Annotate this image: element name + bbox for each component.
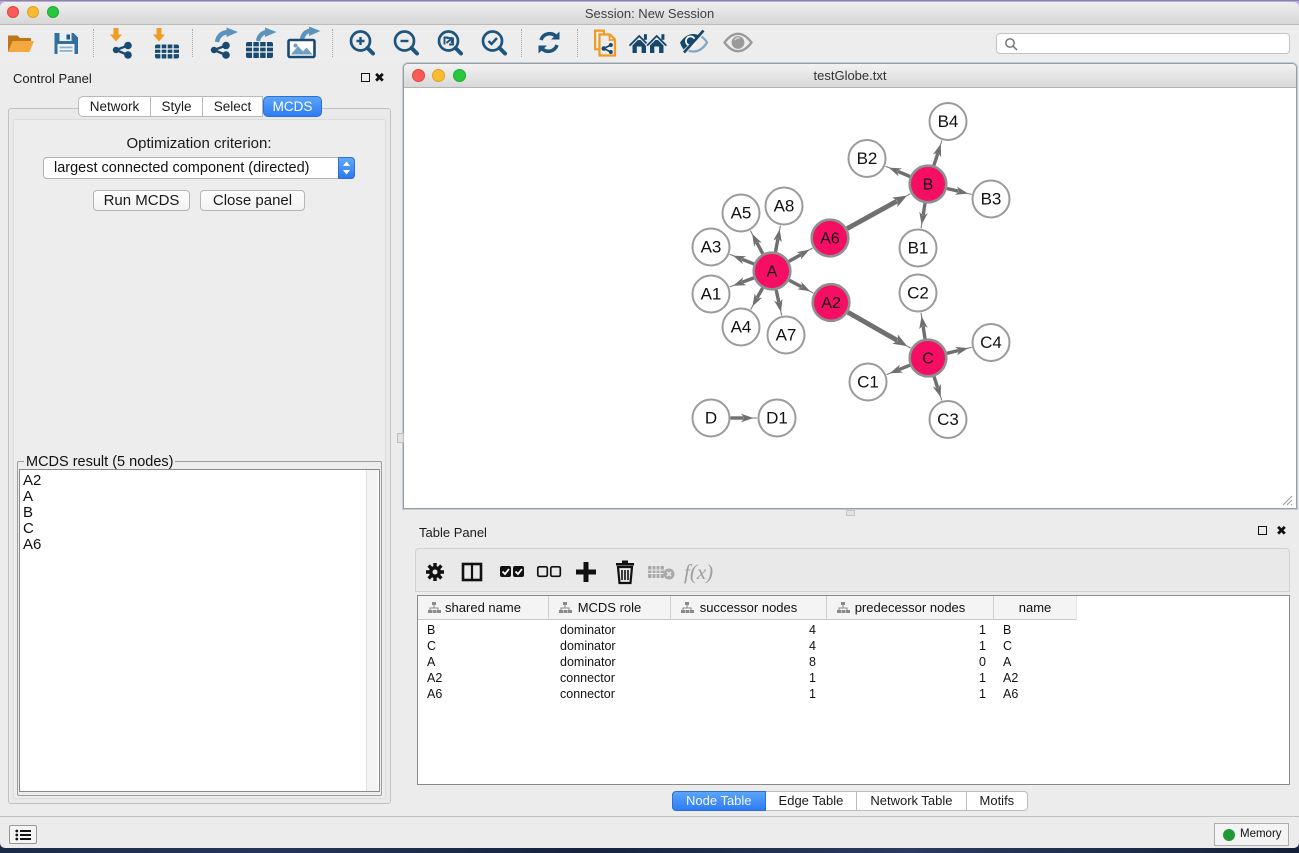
svg-text:A4: A4 [731, 318, 752, 337]
svg-text:A1: A1 [701, 285, 722, 304]
svg-text:C3: C3 [937, 410, 959, 429]
svg-text:C1: C1 [857, 373, 879, 392]
svg-text:A5: A5 [731, 204, 752, 223]
svg-text:A7: A7 [776, 326, 797, 345]
svg-text:D1: D1 [766, 409, 788, 428]
svg-text:B4: B4 [938, 112, 959, 131]
svg-text:A8: A8 [774, 197, 795, 216]
svg-text:C: C [922, 351, 934, 368]
svg-text:C2: C2 [907, 284, 929, 303]
svg-text:B3: B3 [981, 190, 1002, 209]
svg-text:A6: A6 [820, 231, 840, 248]
svg-text:A2: A2 [821, 295, 841, 312]
svg-text:B2: B2 [857, 149, 878, 168]
svg-text:A3: A3 [701, 238, 722, 257]
svg-text:C4: C4 [980, 333, 1002, 352]
svg-text:A: A [767, 264, 778, 281]
svg-text:B: B [923, 177, 934, 194]
svg-text:B1: B1 [908, 239, 929, 258]
svg-text:D: D [705, 409, 717, 428]
